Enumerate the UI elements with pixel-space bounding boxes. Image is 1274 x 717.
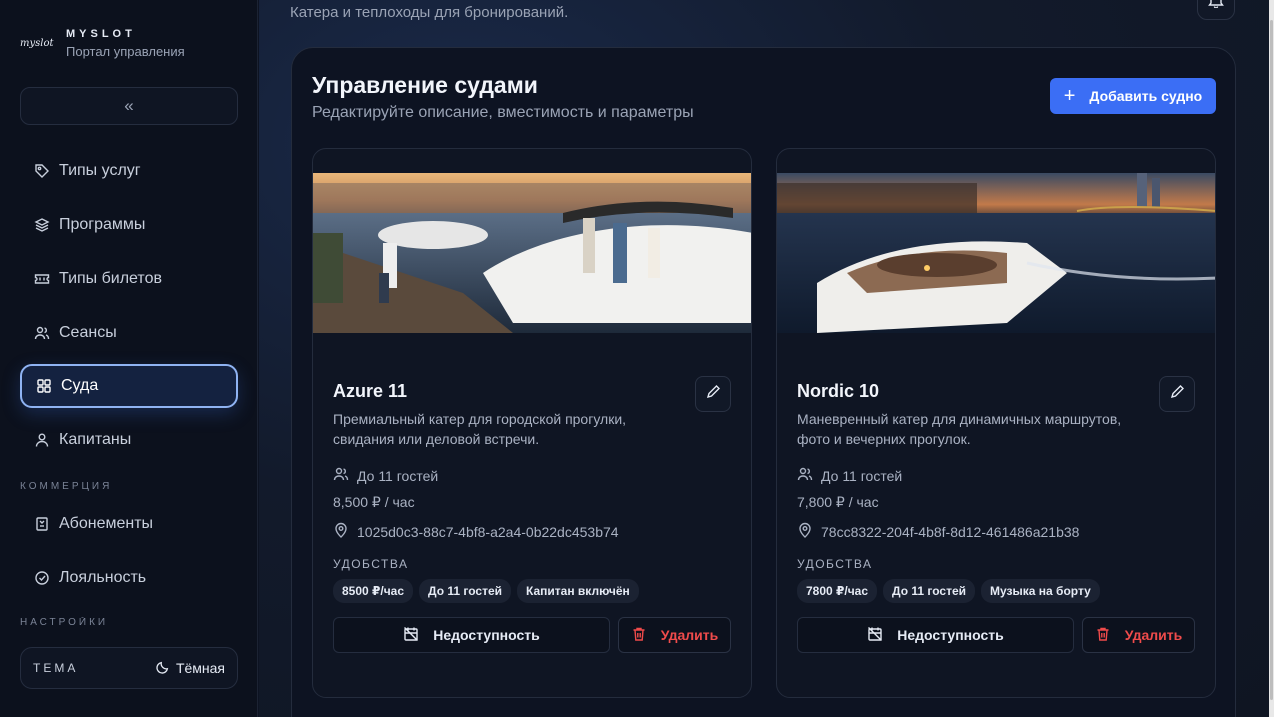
brand: myslot MYSLOT Портал управления	[20, 28, 185, 59]
section-label-commerce: КОММЕРЦИЯ	[20, 481, 113, 492]
brand-title: MYSLOT	[66, 28, 136, 40]
users-icon	[333, 466, 349, 485]
plus-icon: +	[1063, 85, 1076, 107]
sidebar-item-ticket-types[interactable]: Типы билетов	[20, 257, 238, 301]
unavailability-button[interactable]: Недоступность	[333, 617, 610, 653]
theme-toggle[interactable]: ТЕМА Тёмная	[20, 647, 238, 689]
delete-label: Удалить	[660, 627, 719, 643]
boat-name: Azure 11	[333, 381, 408, 401]
unavailability-label: Недоступность	[433, 627, 540, 643]
loyalty-icon	[33, 569, 51, 587]
boat-photo-nordic	[777, 173, 1215, 333]
sidebar-item-subscriptions[interactable]: Абонементы	[20, 502, 238, 546]
sidebar-item-label: Абонементы	[59, 515, 154, 532]
layers-icon	[33, 216, 51, 234]
theme-label: ТЕМА	[33, 661, 79, 675]
user-icon	[33, 431, 51, 449]
sidebar-item-label: Капитаны	[59, 431, 132, 448]
section-label-settings: НАСТРОЙКИ	[20, 617, 109, 625]
boat-name: Nordic 10	[797, 381, 880, 401]
grid-icon	[35, 377, 53, 395]
add-boat-button[interactable]: + Добавить судно	[1050, 78, 1216, 114]
boat-price: 7,800 ₽ / час	[797, 494, 879, 510]
sidebar-item-label: Суда	[61, 377, 99, 394]
calendar-off-icon	[867, 626, 883, 645]
bookmark-icon	[33, 515, 51, 533]
pin-icon	[333, 522, 349, 541]
amenity-tag: 7800 ₽/час	[797, 579, 878, 603]
sidebar-item-label: Лояльность	[59, 569, 147, 586]
boat-price: 8,500 ₽ / час	[333, 494, 415, 510]
boat-capacity: До 11 гостей	[797, 466, 902, 485]
amenities-label: УДОБСТВА	[333, 557, 409, 571]
amenities-tags: 7800 ₽/час До 11 гостей Музыка на борту	[797, 579, 1100, 603]
amenity-tag: Музыка на борту	[981, 579, 1100, 603]
trash-icon	[631, 626, 647, 645]
tag-icon	[33, 162, 51, 180]
collapse-sidebar-button[interactable]: «	[20, 87, 238, 125]
pencil-icon	[705, 384, 721, 405]
main-content: Катера и теплоходы для бронирований. Упр…	[259, 0, 1269, 717]
delete-label: Удалить	[1124, 627, 1183, 643]
sidebar-item-label: Типы билетов	[59, 270, 162, 287]
capacity-value: До 11 гостей	[357, 467, 439, 484]
boat-capacity: До 11 гостей	[333, 466, 438, 485]
boat-photo-azure	[313, 173, 751, 333]
panel-title: Управление судами	[312, 72, 538, 98]
location-id: 1025d0c3-88c7-4bf8-a2a4-0b22dc453b74	[357, 523, 619, 540]
moon-icon	[156, 660, 170, 677]
pencil-icon	[1169, 384, 1185, 405]
sidebar-item-captains[interactable]: Капитаны	[20, 418, 238, 462]
theme-value: Тёмная	[156, 660, 225, 677]
brand-logo: myslot	[20, 38, 54, 49]
sidebar: myslot MYSLOT Портал управления « Типы у…	[0, 0, 258, 717]
boat-location: 1025d0c3-88c7-4bf8-a2a4-0b22dc453b74	[333, 522, 619, 541]
theme-value-label: Тёмная	[175, 660, 225, 676]
bell-icon	[1208, 0, 1224, 13]
boat-location: 78cc8322-204f-4b8f-8d12-461486a21b38	[797, 522, 1079, 541]
notifications-button[interactable]	[1197, 0, 1235, 20]
unavailability-label: Недоступность	[897, 627, 1004, 643]
page-subtitle: Катера и теплоходы для бронирований.	[290, 4, 569, 21]
delete-boat-button[interactable]: Удалить	[618, 617, 731, 653]
sidebar-item-label: Типы услуг	[59, 162, 141, 179]
pin-icon	[797, 522, 813, 541]
amenities-label: УДОБСТВА	[797, 557, 873, 571]
add-boat-label: Добавить судно	[1089, 88, 1203, 104]
edit-boat-button[interactable]	[695, 376, 731, 412]
ticket-icon	[33, 270, 51, 288]
boats-panel: Управление судами Редактируйте описание,…	[291, 47, 1236, 717]
amenity-tag: До 11 гостей	[419, 579, 512, 603]
location-id: 78cc8322-204f-4b8f-8d12-461486a21b38	[821, 523, 1080, 540]
boat-description: Премиальный катер для городской прогулки…	[333, 411, 627, 447]
sidebar-item-programs[interactable]: Программы	[20, 203, 238, 247]
trash-icon	[1095, 626, 1111, 645]
brand-subtitle: Портал управления	[66, 44, 185, 59]
amenity-tag: 8500 ₽/час	[333, 579, 414, 603]
calendar-off-icon	[403, 626, 419, 645]
edit-boat-button[interactable]	[1159, 376, 1195, 412]
sidebar-item-sessions[interactable]: Сеансы	[20, 311, 238, 355]
scrollbar-thumb[interactable]	[1270, 20, 1273, 700]
amenity-tag: До 11 гостей	[883, 579, 976, 603]
sidebar-item-loyalty[interactable]: Лояльность	[20, 556, 238, 600]
panel-subtitle: Редактируйте описание, вместимость и пар…	[312, 104, 694, 121]
unavailability-button[interactable]: Недоступность	[797, 617, 1074, 653]
delete-boat-button[interactable]: Удалить	[1082, 617, 1195, 653]
amenities-tags: 8500 ₽/час До 11 гостей Капитан включён	[333, 579, 639, 603]
amenity-tag: Капитан включён	[517, 579, 639, 603]
sidebar-item-boats[interactable]: Суда	[20, 364, 238, 408]
sidebar-item-service-types[interactable]: Типы услуг	[20, 149, 238, 193]
users-icon	[797, 466, 813, 485]
capacity-value: До 11 гостей	[821, 467, 903, 484]
sidebar-item-label: Сеансы	[59, 324, 117, 341]
boat-card: Nordic 10 Маневренный катер для динамичн…	[776, 148, 1216, 698]
boat-card: Azure 11 Премиальный катер для городской…	[312, 148, 752, 698]
sidebar-item-label: Программы	[59, 216, 146, 233]
users-icon	[33, 324, 51, 342]
boat-description: Маневренный катер для динамичных маршрут…	[797, 411, 1122, 447]
